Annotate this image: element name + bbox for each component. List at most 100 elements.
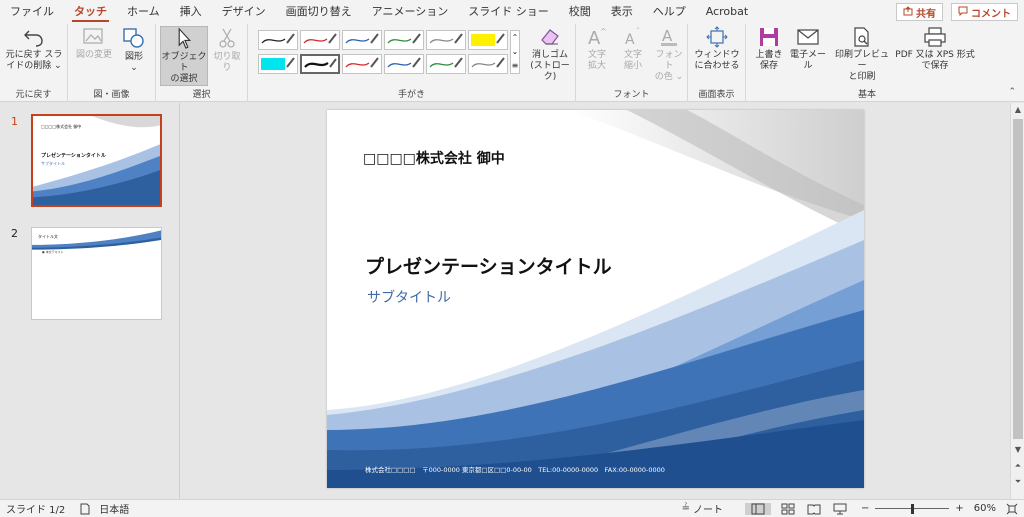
slide-footer[interactable]: 株式会社□□□□ 〒000-0000 東京都□区□□0-00-00 TEL:00…: [365, 464, 665, 474]
menu-tab[interactable]: 挿入: [170, 0, 212, 24]
pen-red-2[interactable]: [342, 54, 382, 74]
reading-view-icon[interactable]: [807, 503, 821, 515]
pdf-save-button[interactable]: PDF 又は XPS 形式 で保存: [892, 26, 978, 72]
menu-tab[interactable]: 表示: [601, 0, 643, 24]
more-icon[interactable]: ≡: [511, 59, 519, 73]
pen-green-2[interactable]: [426, 54, 466, 74]
menu-tab[interactable]: デザイン: [212, 0, 276, 24]
pen-stroke-icon: [429, 57, 463, 68]
language-indicator[interactable]: 日本語: [99, 501, 129, 516]
shapes-button[interactable]: 図形 ⌄: [118, 26, 150, 74]
notes-label[interactable]: ノート: [693, 501, 723, 516]
menu-tab[interactable]: 画面切り替え: [276, 0, 362, 24]
basic-group-label: 基本: [857, 90, 876, 100]
menu-tab[interactable]: アニメーション: [362, 0, 459, 24]
fit-window-button[interactable]: ウィンドウ に合わせる: [692, 26, 742, 72]
select-object-button[interactable]: オブジェクト の選択: [160, 26, 208, 86]
print-preview-label-1: 印刷プレビュー: [834, 50, 889, 71]
undo-label-2: イドの削除 ⌄: [6, 61, 62, 71]
eraser-label-2: (ストローク): [530, 61, 570, 82]
pen-gray[interactable]: [426, 30, 466, 50]
pen-blue[interactable]: [342, 30, 382, 50]
normal-view-icon[interactable]: [744, 502, 771, 515]
highlighter-yellow[interactable]: [468, 30, 508, 50]
slideshow-icon[interactable]: [833, 503, 847, 515]
fit-slide-icon[interactable]: [1006, 503, 1018, 515]
save-label-1: 上書き: [755, 50, 783, 60]
pen-gallery-scroll[interactable]: ⌃ ⌄ ≡: [510, 30, 520, 74]
slide-title[interactable]: プレゼンテーションタイトル: [365, 252, 612, 279]
zoom-in-icon[interactable]: +: [955, 503, 963, 514]
scroll-thumb[interactable]: [1013, 119, 1023, 439]
scroll-down-icon[interactable]: ▼: [1011, 443, 1024, 457]
menu-tab[interactable]: ファイル: [0, 0, 64, 24]
accessibility-icon[interactable]: [79, 503, 91, 515]
eraser-button[interactable]: 消しゴム (ストローク): [526, 26, 574, 83]
thumbnail-subtitle: サブタイトル: [41, 161, 65, 166]
pen-green[interactable]: [384, 30, 424, 50]
slide-sorter-icon[interactable]: [781, 503, 795, 515]
svg-text:A: A: [625, 32, 635, 48]
pen-blue-2[interactable]: [384, 54, 424, 74]
zoom-out-icon[interactable]: −: [861, 503, 869, 514]
menu-tab[interactable]: タッチ: [64, 0, 117, 24]
text-enlarge-button[interactable]: A ^ 文字 拡大: [582, 26, 612, 72]
menu-tab[interactable]: スライド ショー: [458, 0, 559, 24]
slide-counter: スライド 1/2: [6, 505, 66, 516]
share-button[interactable]: 共有: [896, 3, 943, 21]
share-icon: [903, 5, 913, 19]
svg-text:ˇ: ˇ: [636, 26, 640, 36]
next-slide-icon[interactable]: ⏷: [1011, 475, 1024, 489]
pen-stroke-icon: [471, 57, 505, 68]
slide-canvas[interactable]: □□□□株式会社 御中 プレゼンテーションタイトル サブタイトル 株式会社□□□…: [327, 110, 864, 488]
menu-tab[interactable]: Acrobat: [696, 0, 758, 24]
pen-red[interactable]: [300, 30, 340, 50]
email-button[interactable]: 電子メール: [786, 26, 830, 72]
font-group: A ^ 文字 拡大 Aˇ 文字 縮小 A フォント の色 ⌄ フォント: [576, 24, 688, 102]
vertical-scrollbar[interactable]: ▲ ▼ ⏶ ⏷: [1010, 103, 1024, 499]
chevron-down-icon[interactable]: ⌄: [511, 45, 519, 59]
collapse-ribbon-icon[interactable]: ⌃: [1008, 87, 1016, 97]
previous-slide-icon[interactable]: ⏶: [1011, 459, 1024, 473]
menu-tab[interactable]: ホーム: [117, 0, 170, 24]
status-bar: スライド 1/2 日本語 ≟ ノート − + 60%: [0, 499, 1024, 517]
change-image-button[interactable]: 図の変更: [74, 26, 114, 61]
text-enlarge-label-1: 文字: [587, 50, 606, 60]
zoom-slider[interactable]: [875, 503, 950, 514]
pdf-save-label-1: PDF 又は XPS 形式: [895, 50, 975, 60]
zoom-slider-thumb[interactable]: [911, 503, 915, 514]
pen-stroke-icon: [387, 33, 421, 44]
pen-stroke-icon: [303, 33, 337, 44]
slide-subtitle[interactable]: サブタイトル: [367, 287, 451, 307]
text-shrink-button[interactable]: Aˇ 文字 縮小: [618, 26, 648, 72]
display-group-label: 画面表示: [698, 90, 735, 100]
chevron-up-icon[interactable]: ⌃: [511, 31, 519, 45]
zoom-level[interactable]: 60%: [974, 503, 996, 514]
pen-stroke-icon: [429, 33, 463, 44]
save-button[interactable]: 上書き 保存: [752, 26, 786, 72]
notes-icon[interactable]: ≟: [682, 503, 690, 514]
svg-text:A: A: [662, 27, 673, 45]
pen-black-thin[interactable]: [258, 30, 298, 50]
highlighter-cyan[interactable]: [258, 54, 298, 74]
print-preview-button[interactable]: 印刷プレビュー と印刷: [832, 26, 892, 83]
company-name[interactable]: □□□□株式会社 御中: [363, 148, 505, 168]
undo-button[interactable]: 元に戻す スラ イドの削除 ⌄: [4, 26, 64, 72]
select-group-label: 選択: [192, 90, 211, 100]
slide-thumbnail-2[interactable]: タイトル文 ● 本文テキスト: [31, 227, 162, 320]
font-color-label-1: フォント: [655, 50, 683, 71]
menu-tab[interactable]: ヘルプ: [643, 0, 696, 24]
slide-thumbnail-1[interactable]: □□□□株式会社 御中 プレゼンテーションタイトル サブタイトル: [31, 114, 162, 207]
scroll-up-icon[interactable]: ▲: [1011, 103, 1024, 117]
pen-gray-2[interactable]: [468, 54, 508, 74]
slide-header-art: [32, 230, 161, 250]
menu-tab[interactable]: 校閲: [559, 0, 601, 24]
font-color-button[interactable]: A フォント の色 ⌄: [652, 26, 686, 83]
pen-black-thick[interactable]: [300, 54, 340, 74]
menu-bar: ファイル タッチ ホーム 挿入 デザイン 画面切り替え アニメーション スライド ショー 校閲表…: [0, 0, 1024, 24]
cut-button[interactable]: 切り取り: [210, 26, 244, 74]
comment-button[interactable]: コメント: [951, 3, 1018, 21]
chevron-down-icon: ⌄: [130, 63, 138, 73]
fit-window-label-1: ウィンドウ: [694, 50, 740, 60]
basic-group: 上書き 保存 電子メール 印刷プレビュー と印刷 PDF 又は XPS 形式 で…: [746, 24, 988, 102]
